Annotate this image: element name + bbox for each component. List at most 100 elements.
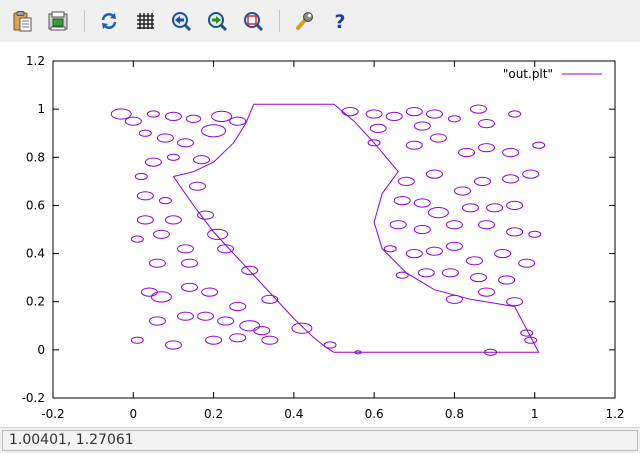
print-button[interactable]: [44, 7, 72, 35]
copy-to-clipboard-button[interactable]: [8, 7, 36, 35]
series-bubble: [136, 215, 154, 225]
series-bubble: [185, 114, 202, 124]
series-bubble: [502, 147, 520, 158]
x-tick-label: -0.2: [41, 407, 64, 421]
series-bubble: [447, 115, 461, 123]
series-bubble: [158, 197, 172, 205]
grid-icon: [137, 13, 154, 29]
series-bubble: [395, 271, 409, 279]
series-bubble: [466, 256, 483, 266]
y-tick-label: 1.2: [26, 54, 45, 68]
series-bubble: [229, 116, 247, 126]
help-button[interactable]: ?: [326, 7, 354, 35]
series-bubble: [140, 287, 158, 297]
zoom-previous-icon: [172, 12, 192, 32]
replot-button[interactable]: [95, 7, 123, 35]
series-bubble: [383, 245, 397, 253]
series-bubble: [177, 138, 194, 148]
settings-button[interactable]: [290, 7, 318, 35]
series-bubble: [291, 322, 313, 334]
x-tick-label: 0.6: [365, 407, 384, 421]
series-bubble: [445, 241, 463, 251]
series-bubble: [405, 107, 423, 117]
series-bubble: [130, 235, 144, 243]
series-bubble: [134, 172, 148, 181]
series-bubble: [201, 287, 219, 297]
series-bubble: [425, 169, 443, 179]
toolbar-separator: [84, 10, 85, 32]
series-bubble: [229, 333, 247, 343]
series-bubble: [528, 230, 542, 238]
series-bubble: [385, 111, 403, 122]
plot-area[interactable]: -0.2 0 0.2 0.4 0.6 0.8 1 1.2 -0.2 0 0.2 0.4 0.6 0.8 1…: [0, 42, 640, 427]
series-bubble: [506, 200, 524, 210]
series-bubble: [166, 153, 180, 161]
series-bubble: [181, 258, 198, 268]
series-bubble: [239, 320, 261, 332]
series-bubble: [478, 119, 495, 129]
y-tick-label: 0.2: [26, 295, 45, 309]
y-tick-label: -0.2: [22, 391, 45, 405]
series-bubble: [498, 275, 516, 285]
coordinate-readout: 1.00401, 1.27061: [2, 430, 638, 451]
series-bubble: [197, 210, 214, 220]
toolbar: ?: [0, 0, 640, 42]
series-bubble: [205, 335, 223, 345]
series-bubble: [425, 246, 443, 256]
print-icon: [48, 11, 68, 31]
series-bubble: [486, 203, 504, 213]
y-tick-label: 0: [37, 343, 45, 357]
zoom-next-icon: [208, 12, 228, 32]
series-bubble: [522, 169, 540, 179]
series-bubble: [201, 124, 227, 138]
x-tick-label: 0.2: [204, 407, 223, 421]
zoom-next-button[interactable]: [203, 7, 231, 35]
series-bubble: [323, 341, 337, 349]
series-bubble: [136, 191, 154, 201]
series-bubble: [454, 186, 471, 196]
settings-wrench-icon: [296, 12, 313, 30]
series-bubble: [470, 273, 487, 283]
series-bubble: [413, 198, 431, 208]
series-bubble: [148, 316, 166, 326]
series-bubble: [365, 109, 383, 119]
series-bubble: [397, 176, 415, 186]
series-bubble: [207, 228, 229, 240]
autoscale-button[interactable]: [239, 7, 267, 35]
series-bubble: [164, 215, 182, 225]
series-bubble: [429, 133, 447, 143]
series-bubble: [470, 104, 487, 114]
series-bubble: [193, 155, 210, 165]
series-bubble: [146, 110, 160, 118]
series-bubble: [261, 335, 279, 345]
series-bubble: [197, 311, 214, 321]
status-bar: 1.00401, 1.27061: [0, 427, 640, 453]
x-tick-label: 1.2: [605, 407, 624, 421]
series-bubble: [458, 147, 475, 158]
series-bubble: [520, 329, 534, 337]
series-bubble: [508, 110, 522, 118]
series-bubble: [389, 220, 407, 230]
zoom-previous-button[interactable]: [167, 7, 195, 35]
y-tick-label: 0.8: [26, 150, 45, 164]
series-bubble: [152, 229, 170, 239]
x-tick-label: 0: [129, 407, 137, 421]
y-tick-label: 1: [37, 102, 45, 116]
series-bubble: [217, 316, 235, 326]
series-bubble: [229, 301, 247, 312]
legend-label: "out.plt": [503, 67, 553, 81]
series-bubble: [518, 258, 536, 268]
x-tick-label: 0.4: [284, 407, 303, 421]
x-tick-label: 0.8: [445, 407, 464, 421]
series-bubble: [130, 336, 144, 344]
x-tick-label: 1: [531, 407, 539, 421]
clipboard-copy-icon: [13, 11, 32, 32]
grid-button[interactable]: [131, 7, 159, 35]
y-tick-label: 0.4: [26, 247, 45, 261]
series-bubble: [393, 196, 411, 206]
series-bubble: [413, 224, 431, 235]
series-bubble: [494, 249, 512, 259]
series-bubble: [164, 340, 182, 350]
series-bubble: [405, 140, 423, 150]
series-bubble: [124, 116, 142, 126]
